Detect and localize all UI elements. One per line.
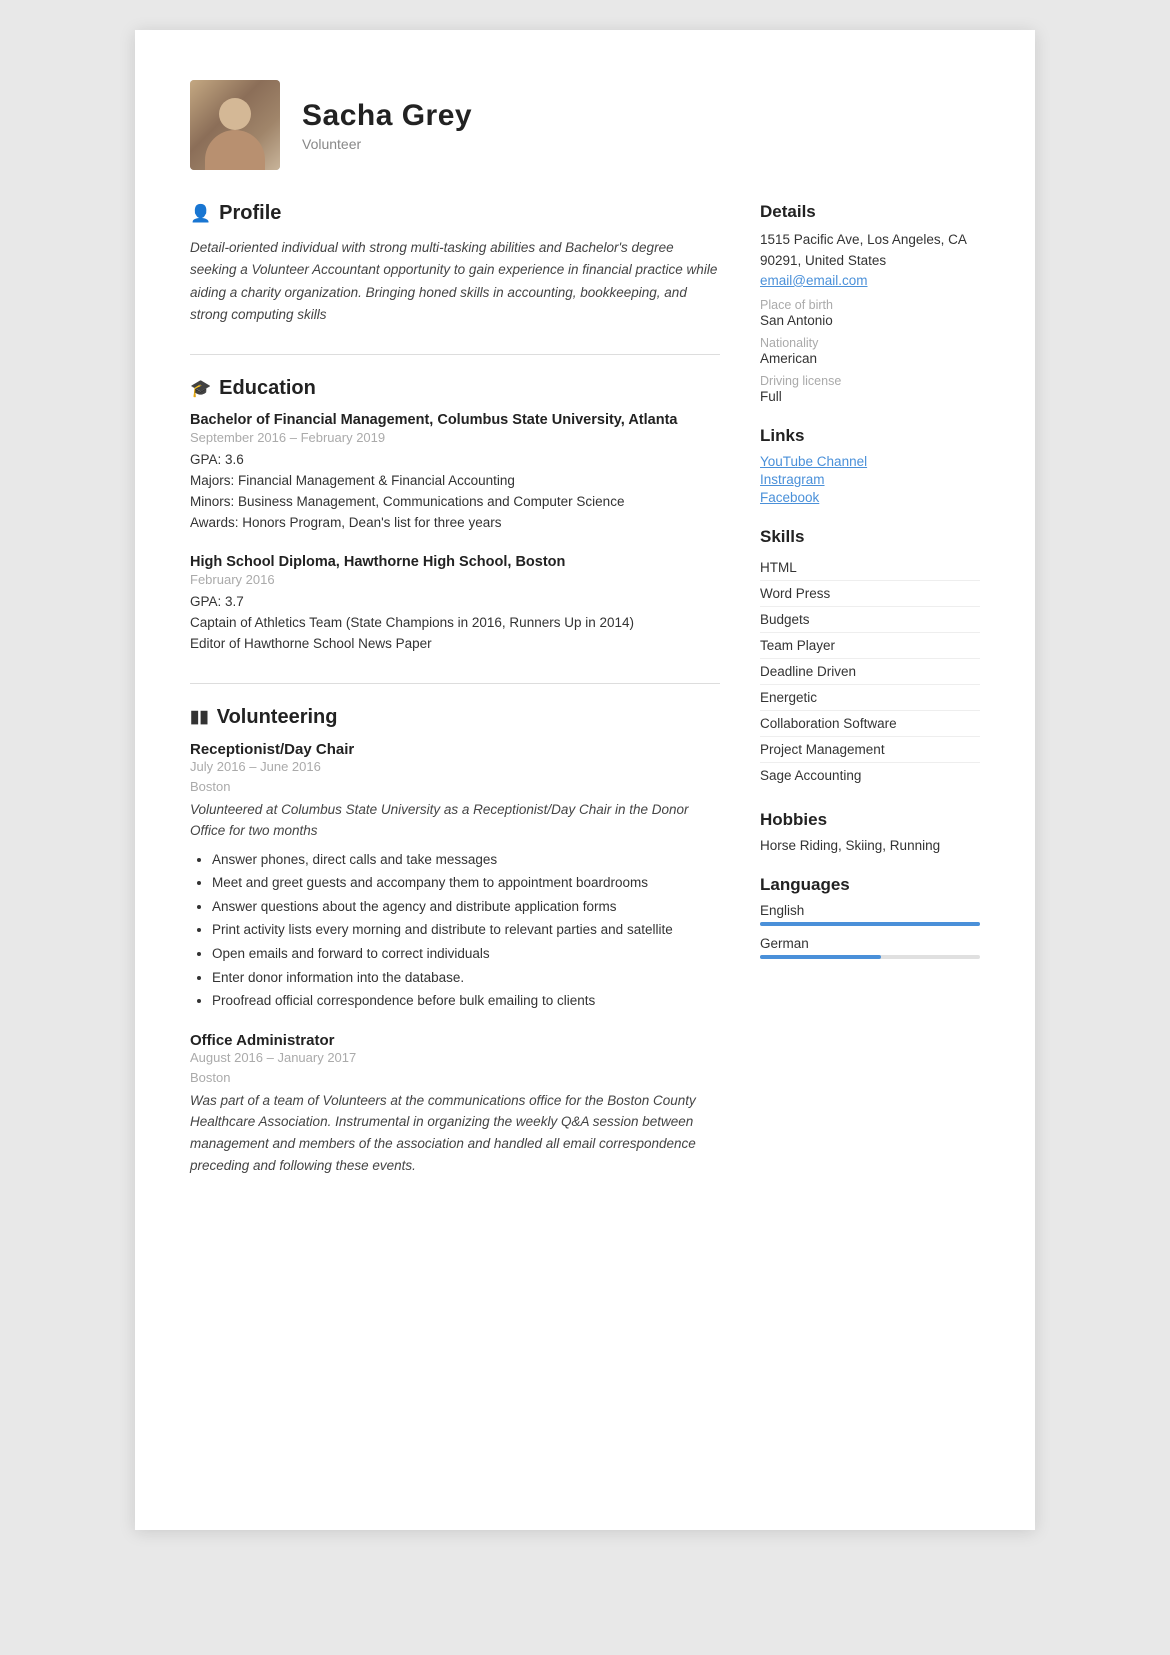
vol-desc-2: Was part of a team of Volunteers at the … bbox=[190, 1090, 720, 1176]
avatar-image bbox=[190, 80, 280, 170]
skills-title: Skills bbox=[760, 527, 980, 547]
hobbies-text: Horse Riding, Skiing, Running bbox=[760, 838, 980, 853]
languages-section: Languages English German bbox=[760, 875, 980, 959]
skill-energetic: Energetic bbox=[760, 685, 980, 711]
edu-detail-1-2: Majors: Financial Management & Financial… bbox=[190, 471, 720, 492]
profile-text: Detail-oriented individual with strong m… bbox=[190, 237, 720, 326]
education-icon: 🎓 bbox=[190, 379, 211, 399]
skills-section: Skills HTML Word Press Budgets Team Play… bbox=[760, 527, 980, 788]
vol-location-2: Boston bbox=[190, 1070, 720, 1085]
hobbies-section: Hobbies Horse Riding, Skiing, Running bbox=[760, 810, 980, 853]
divider-2 bbox=[190, 683, 720, 684]
vol-desc-1: Volunteered at Columbus State University… bbox=[190, 799, 720, 842]
skill-project-management: Project Management bbox=[760, 737, 980, 763]
vol-bullet-1-3: Answer questions about the agency and di… bbox=[212, 896, 720, 918]
vol-date-1: July 2016 – June 2016 bbox=[190, 759, 720, 774]
nationality-value: American bbox=[760, 351, 980, 366]
vol-bullet-1-7: Proofread official correspondence before… bbox=[212, 990, 720, 1012]
driving-license-label: Driving license bbox=[760, 374, 980, 388]
place-of-birth-label: Place of birth bbox=[760, 298, 980, 312]
vol-role-1: Receptionist/Day Chair bbox=[190, 741, 720, 758]
vol-entry-1: Receptionist/Day Chair July 2016 – June … bbox=[190, 741, 720, 1012]
skill-deadline-driven: Deadline Driven bbox=[760, 659, 980, 685]
vol-bullet-1-6: Enter donor information into the databas… bbox=[212, 967, 720, 989]
education-title: 🎓 Education bbox=[190, 377, 720, 400]
candidate-subtitle: Volunteer bbox=[302, 136, 472, 152]
edu-degree-2: High School Diploma, Hawthorne High Scho… bbox=[190, 554, 720, 570]
skill-team-player: Team Player bbox=[760, 633, 980, 659]
profile-section: 👤 Profile Detail-oriented individual wit… bbox=[190, 202, 720, 326]
edu-detail-2-1: GPA: 3.7 bbox=[190, 592, 720, 613]
skill-budgets: Budgets bbox=[760, 607, 980, 633]
volunteering-section: ▮▮ Volunteering Receptionist/Day Chair J… bbox=[190, 706, 720, 1177]
edu-entry-1: Bachelor of Financial Management, Columb… bbox=[190, 412, 720, 534]
place-of-birth-value: San Antonio bbox=[760, 313, 980, 328]
lang-english-name: English bbox=[760, 903, 980, 918]
lang-english-bar-bg bbox=[760, 922, 980, 926]
education-section: 🎓 Education Bachelor of Financial Manage… bbox=[190, 377, 720, 654]
candidate-name: Sacha Grey bbox=[302, 99, 472, 133]
volunteering-title: ▮▮ Volunteering bbox=[190, 706, 720, 729]
vol-bullet-1-4: Print activity lists every morning and d… bbox=[212, 919, 720, 941]
lang-german-name: German bbox=[760, 936, 980, 951]
details-section: Details 1515 Pacific Ave, Los Angeles, C… bbox=[760, 202, 980, 404]
lang-english-bar-fill bbox=[760, 922, 980, 926]
vol-bullet-1-2: Meet and greet guests and accompany them… bbox=[212, 872, 720, 894]
volunteering-icon: ▮▮ bbox=[190, 707, 209, 727]
avatar bbox=[190, 80, 280, 170]
header-section: Sacha Grey Volunteer bbox=[190, 80, 980, 170]
languages-title: Languages bbox=[760, 875, 980, 895]
vol-entry-2: Office Administrator August 2016 – Janua… bbox=[190, 1032, 720, 1176]
profile-icon: 👤 bbox=[190, 204, 211, 224]
link-youtube[interactable]: YouTube Channel bbox=[760, 454, 980, 469]
left-column: 👤 Profile Detail-oriented individual wit… bbox=[190, 202, 720, 1204]
resume-container: Sacha Grey Volunteer 👤 Profile Detail-or… bbox=[135, 30, 1035, 1530]
lang-german-bar-fill bbox=[760, 955, 881, 959]
edu-date-1: September 2016 – February 2019 bbox=[190, 430, 720, 445]
edu-degree-1: Bachelor of Financial Management, Columb… bbox=[190, 412, 720, 428]
link-instagram[interactable]: Instragram bbox=[760, 472, 980, 487]
vol-list-1: Answer phones, direct calls and take mes… bbox=[190, 849, 720, 1012]
edu-date-2: February 2016 bbox=[190, 572, 720, 587]
lang-german: German bbox=[760, 936, 980, 959]
nationality-label: Nationality bbox=[760, 336, 980, 350]
edu-detail-1-3: Minors: Business Management, Communicati… bbox=[190, 492, 720, 513]
vol-bullet-1-5: Open emails and forward to correct indiv… bbox=[212, 943, 720, 965]
details-title: Details bbox=[760, 202, 980, 222]
main-content: 👤 Profile Detail-oriented individual wit… bbox=[190, 202, 980, 1204]
vol-role-2: Office Administrator bbox=[190, 1032, 720, 1049]
edu-detail-1-1: GPA: 3.6 bbox=[190, 450, 720, 471]
link-facebook[interactable]: Facebook bbox=[760, 490, 980, 505]
divider-1 bbox=[190, 354, 720, 355]
edu-detail-1-4: Awards: Honors Program, Dean's list for … bbox=[190, 513, 720, 534]
skill-html: HTML bbox=[760, 555, 980, 581]
lang-english: English bbox=[760, 903, 980, 926]
links-section: Links YouTube Channel Instragram Faceboo… bbox=[760, 426, 980, 505]
header-info: Sacha Grey Volunteer bbox=[302, 99, 472, 152]
edu-detail-2-3: Editor of Hawthorne School News Paper bbox=[190, 634, 720, 655]
edu-entry-2: High School Diploma, Hawthorne High Scho… bbox=[190, 554, 720, 655]
details-address: 1515 Pacific Ave, Los Angeles, CA 90291,… bbox=[760, 230, 980, 272]
vol-date-2: August 2016 – January 2017 bbox=[190, 1050, 720, 1065]
profile-title: 👤 Profile bbox=[190, 202, 720, 225]
vol-location-1: Boston bbox=[190, 779, 720, 794]
hobbies-title: Hobbies bbox=[760, 810, 980, 830]
right-column: Details 1515 Pacific Ave, Los Angeles, C… bbox=[760, 202, 980, 1204]
skill-wordpress: Word Press bbox=[760, 581, 980, 607]
links-title: Links bbox=[760, 426, 980, 446]
vol-bullet-1-1: Answer phones, direct calls and take mes… bbox=[212, 849, 720, 871]
lang-german-bar-bg bbox=[760, 955, 980, 959]
driving-license-value: Full bbox=[760, 389, 980, 404]
edu-detail-2-2: Captain of Athletics Team (State Champio… bbox=[190, 613, 720, 634]
details-email[interactable]: email@email.com bbox=[760, 273, 867, 288]
skill-collaboration-software: Collaboration Software bbox=[760, 711, 980, 737]
skill-sage-accounting: Sage Accounting bbox=[760, 763, 980, 788]
